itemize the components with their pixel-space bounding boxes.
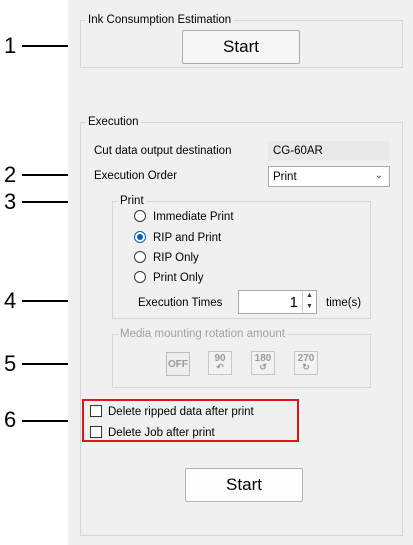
rotation-270-button[interactable]: 270 ↻ bbox=[294, 351, 318, 375]
print-group-title: Print bbox=[118, 194, 146, 208]
callout-2: 2 bbox=[4, 162, 17, 187]
execution-title: Execution bbox=[86, 115, 141, 129]
radio-rip-only-label[interactable]: RIP Only bbox=[153, 251, 199, 265]
rotation-90-button[interactable]: 90 ↶ bbox=[208, 351, 232, 375]
rotate-arrow-icon: ↻ bbox=[302, 362, 310, 372]
spinner-arrows[interactable]: ▲ ▼ bbox=[302, 291, 316, 313]
callout-4: 4 bbox=[4, 288, 17, 313]
dialog-panel: Ink Consumption Estimation Start Executi… bbox=[68, 0, 413, 545]
rotation-180-button[interactable]: 180 ↺ bbox=[251, 351, 275, 375]
callout-1: 1 bbox=[4, 33, 17, 58]
spin-up-icon[interactable]: ▲ bbox=[303, 291, 316, 302]
rotation-group bbox=[112, 334, 371, 388]
rotate-arrow-icon: ↶ bbox=[216, 362, 224, 372]
execution-order-label: Execution Order bbox=[94, 170, 178, 182]
radio-rip-only[interactable] bbox=[134, 251, 146, 263]
radio-rip-and-print[interactable] bbox=[134, 231, 146, 243]
rotation-off-button[interactable]: OFF bbox=[166, 352, 190, 376]
execution-order-value: Print bbox=[273, 170, 297, 183]
execution-times-unit: time(s) bbox=[326, 297, 362, 309]
callout-3: 3 bbox=[4, 189, 17, 214]
radio-immediate-print-label[interactable]: Immediate Print bbox=[153, 210, 234, 224]
highlight-box bbox=[82, 399, 299, 442]
ink-estimation-title: Ink Consumption Estimation bbox=[86, 13, 234, 27]
radio-print-only[interactable] bbox=[134, 271, 146, 283]
chevron-down-icon: ⌄ bbox=[374, 170, 383, 181]
radio-print-only-label[interactable]: Print Only bbox=[153, 271, 204, 285]
radio-immediate-print[interactable] bbox=[134, 210, 146, 222]
execution-start-button[interactable]: Start bbox=[185, 468, 303, 502]
spin-down-icon[interactable]: ▼ bbox=[303, 302, 316, 313]
cut-output-label: Cut data output destination bbox=[94, 145, 232, 157]
cut-output-field: CG-60AR bbox=[268, 141, 389, 161]
execution-times-label: Execution Times bbox=[138, 297, 223, 309]
rotation-group-title: Media mounting rotation amount bbox=[118, 327, 287, 341]
radio-rip-and-print-label[interactable]: RIP and Print bbox=[153, 231, 221, 245]
execution-order-select[interactable]: Print ⌄ bbox=[268, 166, 390, 187]
ink-estimation-start-button[interactable]: Start bbox=[182, 30, 300, 64]
callout-5: 5 bbox=[4, 351, 17, 376]
execution-times-spinner[interactable]: 1 ▲ ▼ bbox=[238, 290, 317, 314]
execution-times-value: 1 bbox=[289, 294, 298, 311]
rotate-arrow-icon: ↺ bbox=[259, 362, 267, 372]
callout-6: 6 bbox=[4, 407, 17, 432]
rotation-off-label: OFF bbox=[168, 358, 188, 370]
